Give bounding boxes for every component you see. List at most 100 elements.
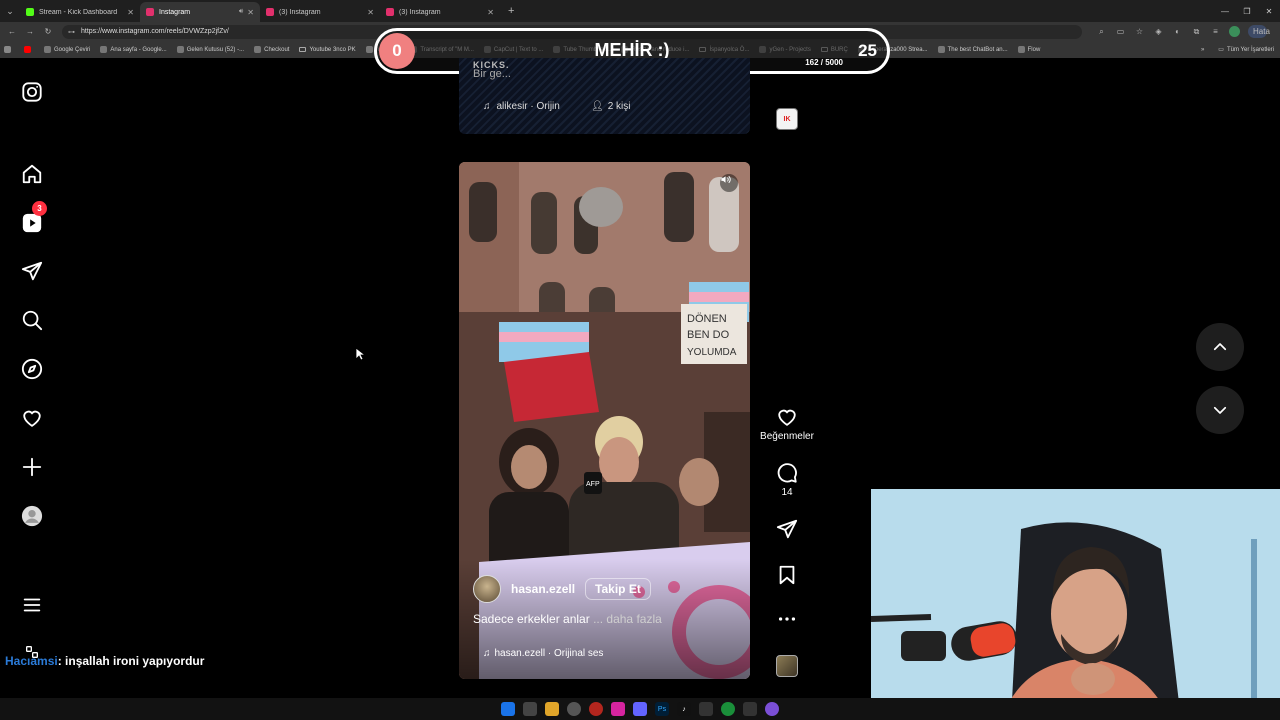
- tiktok-icon[interactable]: ♪: [677, 702, 691, 716]
- obs-icon[interactable]: [567, 702, 581, 716]
- bookmark-item[interactable]: The best ChatBot an...: [937, 46, 1008, 53]
- previous-reel-button[interactable]: [1196, 323, 1244, 371]
- menu-icon[interactable]: ≡: [1206, 27, 1225, 36]
- likes-label[interactable]: Beğenmeler: [760, 431, 814, 442]
- chevron-right-icon[interactable]: »: [1201, 47, 1204, 53]
- share-icon[interactable]: [776, 518, 798, 540]
- previous-reel-audio[interactable]: ♫ alikesir · Orijin: [483, 101, 560, 112]
- close-window-icon[interactable]: ✕: [1258, 7, 1280, 16]
- next-reel-button[interactable]: [1196, 386, 1244, 434]
- right-score: 25: [858, 41, 877, 60]
- tab-search-icon[interactable]: ⌄: [0, 0, 20, 22]
- close-tab-icon[interactable]: ✕: [247, 8, 254, 17]
- author-username[interactable]: hasan.ezell: [511, 582, 575, 596]
- notifications-heart-icon[interactable]: [20, 406, 44, 430]
- bookmark-icon[interactable]: [776, 564, 798, 586]
- instagram-logo-icon[interactable]: [20, 80, 44, 104]
- bookmark-label: The best ChatBot an...: [947, 46, 1008, 53]
- tab-instagram-2[interactable]: (3) Instagram ✕: [260, 2, 380, 22]
- previous-reel-people-label: 2 kişi: [607, 101, 631, 112]
- bookmark-star-icon[interactable]: ☆: [1130, 27, 1149, 36]
- bookmark-item[interactable]: Ana sayfa - Google...: [100, 46, 167, 53]
- caption-more-link[interactable]: ... daha fazla: [593, 612, 662, 626]
- reel-audio[interactable]: ♫ hasan.ezell · Orijinal ses: [483, 648, 603, 659]
- search-icon[interactable]: [20, 308, 44, 332]
- task-view-icon[interactable]: [523, 702, 537, 716]
- music-note-icon: ♫: [483, 648, 491, 659]
- bookmark-item[interactable]: Youtube 3nco PK: [299, 47, 356, 53]
- bookmark-label: Checkout: [264, 46, 290, 53]
- chat-username: Hacıamsi: [5, 654, 58, 668]
- profile-avatar[interactable]: [1229, 26, 1240, 37]
- follow-button[interactable]: Takip Et: [585, 578, 651, 600]
- more-options-icon[interactable]: [776, 608, 798, 630]
- messages-icon[interactable]: [20, 259, 44, 283]
- author-avatar[interactable]: [473, 575, 501, 603]
- bookmark-item[interactable]: Flow: [1017, 46, 1040, 53]
- close-tab-icon[interactable]: ✕: [127, 8, 134, 17]
- chevron-down-icon: [1213, 406, 1227, 414]
- instagram-app-icon[interactable]: [611, 702, 625, 716]
- apps-icon[interactable]: [4, 46, 14, 53]
- extension-icon[interactable]: ◈: [1149, 27, 1168, 36]
- bookmark-item[interactable]: Google Çeviri: [44, 46, 90, 53]
- reload-icon[interactable]: ↻: [42, 27, 54, 36]
- file-explorer-icon[interactable]: [545, 702, 559, 716]
- speaker-icon[interactable]: 🔊︎: [239, 8, 243, 16]
- close-tab-icon[interactable]: ✕: [367, 8, 374, 17]
- reel-video[interactable]: DÖNEN BEN DO YOLUMDA AFP hasan.ezell Tak…: [459, 162, 750, 679]
- bookmark-item[interactable]: Gelen Kutusu (52) -...: [176, 46, 245, 53]
- audio-thumbnail[interactable]: [776, 655, 798, 677]
- previous-reel-people[interactable]: 👤︎ 2 kişi: [591, 101, 631, 112]
- audio-toggle-button[interactable]: [720, 174, 738, 192]
- cast-icon[interactable]: ▭: [1111, 27, 1130, 36]
- extension-icon[interactable]: ◐: [1168, 27, 1187, 36]
- home-icon[interactable]: [20, 162, 44, 186]
- maximize-icon[interactable]: ❐: [1236, 7, 1258, 16]
- extensions-puzzle-icon[interactable]: ⧉: [1187, 27, 1206, 37]
- photoshop-icon[interactable]: Ps: [655, 702, 669, 716]
- youtube-icon[interactable]: [24, 46, 34, 53]
- app-icon[interactable]: [765, 702, 779, 716]
- close-tab-icon[interactable]: ✕: [487, 8, 494, 17]
- bookmark-label: Gelen Kutusu (52) -...: [186, 46, 245, 53]
- webcam-overlay: [871, 489, 1280, 720]
- tab-kick-dashboard[interactable]: Stream - Kick Dashboard ✕: [20, 2, 140, 22]
- bookmark-item[interactable]: Checkout: [254, 46, 289, 53]
- more-menu-icon[interactable]: [20, 593, 44, 617]
- new-tab-button[interactable]: +: [500, 5, 522, 17]
- instagram-favicon-icon: [146, 8, 154, 16]
- create-plus-icon[interactable]: [20, 455, 44, 479]
- site-info-icon[interactable]: ⊶: [68, 28, 75, 36]
- chrome-icon[interactable]: [721, 702, 735, 716]
- tab-instagram-active[interactable]: Instagram 🔊︎ ✕: [140, 2, 260, 22]
- comment-icon[interactable]: [776, 462, 798, 484]
- mouse-cursor-icon: [355, 347, 365, 361]
- bookmark-favicon-icon: [365, 46, 373, 53]
- previous-reel-card[interactable]: KICKS. Bir ge... ♫ alikesir · Orijin 👤︎ …: [459, 58, 750, 134]
- minimize-icon[interactable]: —: [1214, 7, 1236, 16]
- opera-icon[interactable]: [589, 702, 603, 716]
- all-bookmarks[interactable]: » ▭ Tüm Yer İşaretleri: [1201, 41, 1274, 58]
- tab-instagram-3[interactable]: (3) Instagram ✕: [380, 2, 500, 22]
- reel-caption[interactable]: Sadece erkekler anlar ... daha fazla: [473, 612, 662, 626]
- tab-title: Instagram: [159, 8, 191, 16]
- forward-icon[interactable]: →: [24, 27, 36, 36]
- capcut-icon[interactable]: [699, 702, 713, 716]
- previous-reel-audio-thumbnail[interactable]: IK: [776, 108, 798, 130]
- explore-compass-icon[interactable]: [20, 357, 44, 381]
- mastodon-icon[interactable]: [633, 702, 647, 716]
- like-heart-icon[interactable]: [776, 406, 798, 428]
- back-icon[interactable]: ←: [6, 27, 18, 36]
- app-icon[interactable]: [743, 702, 757, 716]
- url-text: https://www.instagram.com/reels/DVWZzp2j…: [81, 28, 229, 35]
- profile-avatar-icon[interactable]: [20, 504, 44, 528]
- error-profile-button[interactable]: Hata: [1248, 25, 1270, 38]
- bookmark-label: Ana sayfa - Google...: [110, 46, 167, 53]
- bookmark-label: Google Çeviri: [54, 46, 91, 53]
- bookmark-favicon-icon: [176, 46, 184, 53]
- zoom-icon[interactable]: ⌕: [1092, 27, 1111, 37]
- caption-text: Sadece erkekler anlar: [473, 612, 590, 626]
- start-icon[interactable]: [501, 702, 515, 716]
- stream-chat-message: Hacıamsi: inşallah ironi yapıyordur: [5, 654, 204, 668]
